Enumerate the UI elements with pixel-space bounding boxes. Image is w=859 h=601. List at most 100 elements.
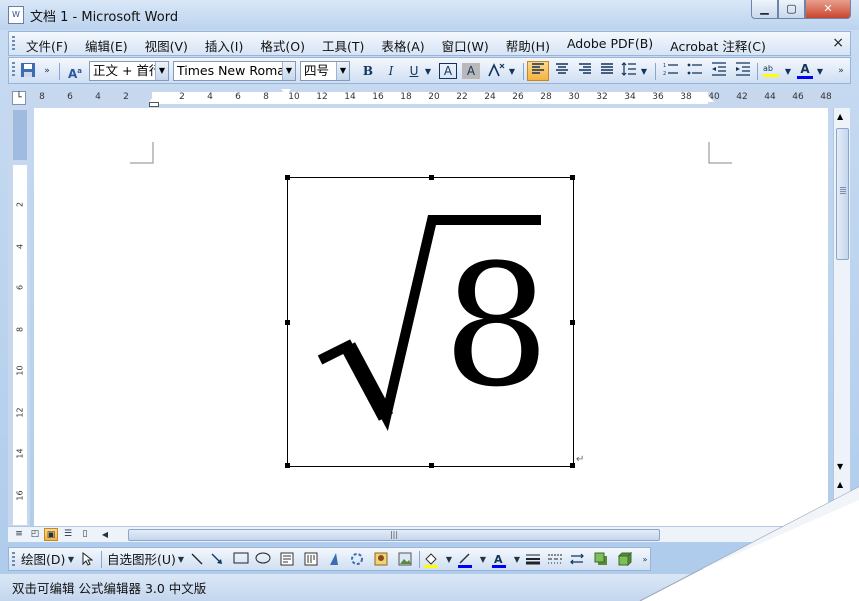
increase-indent-icon[interactable] <box>733 62 753 81</box>
shadow-style-icon[interactable] <box>593 552 609 568</box>
toolbar-options-icon[interactable]: » <box>41 62 53 81</box>
menu-help[interactable]: 帮助(H) <box>506 36 550 55</box>
web-view-icon[interactable]: ◰ <box>28 528 42 541</box>
char-shading-button[interactable]: A <box>462 63 480 79</box>
bold-button[interactable]: B <box>359 62 377 81</box>
toolbar-options-icon[interactable]: » <box>637 552 653 568</box>
rectangle-tool-icon[interactable] <box>233 552 249 568</box>
equation-object[interactable]: 8 ↵ <box>285 175 584 468</box>
menu-insert[interactable]: 插入(I) <box>205 36 243 55</box>
draw-font-color-dropdown-icon[interactable]: ▼ <box>509 552 525 568</box>
style-combo[interactable]: 正文 + 首行 ▼ <box>89 61 169 81</box>
draw-dropdown-icon[interactable]: ▼ <box>63 552 79 568</box>
resize-handle[interactable] <box>429 175 434 180</box>
fill-color-icon[interactable] <box>423 552 439 568</box>
char-border-button[interactable]: A <box>439 63 457 79</box>
underline-button[interactable]: U <box>405 62 423 81</box>
resize-handle[interactable] <box>570 175 575 180</box>
resize-handle[interactable] <box>285 175 290 180</box>
scroll-left-icon[interactable]: ◀ <box>98 528 112 541</box>
chevron-down-icon[interactable]: ▼ <box>155 62 168 80</box>
font-size-combo[interactable]: 四号 ▼ <box>300 61 350 81</box>
prev-page-icon[interactable]: ▲ <box>837 480 843 489</box>
menu-tools[interactable]: 工具(T) <box>322 36 364 55</box>
dash-style-icon[interactable] <box>547 552 563 568</box>
close-window-button[interactable]: ✕ <box>805 0 851 19</box>
vertical-scrollbar[interactable]: ▲ ▼ ▲ <box>833 108 850 526</box>
fill-color-dropdown-icon[interactable]: ▼ <box>441 552 457 568</box>
vertical-text-box-icon[interactable] <box>303 552 319 568</box>
tab-selector-icon[interactable]: └ <box>12 91 26 105</box>
toolbar-options-icon[interactable]: » <box>835 62 847 81</box>
line-tool-icon[interactable] <box>189 552 205 568</box>
print-view-icon[interactable]: ▣ <box>44 528 58 541</box>
word-doc-icon[interactable]: W <box>8 6 24 24</box>
resize-handle[interactable] <box>570 320 575 325</box>
line-spacing-dropdown-icon[interactable]: ▼ <box>639 62 649 81</box>
menu-file[interactable]: 文件(F) <box>26 36 68 55</box>
oval-tool-icon[interactable] <box>255 552 271 568</box>
menu-window[interactable]: 窗口(W) <box>442 36 489 55</box>
font-color-button[interactable]: A <box>795 62 815 81</box>
resize-handle[interactable] <box>570 463 575 468</box>
select-objects-icon[interactable] <box>79 551 95 568</box>
italic-button[interactable]: I <box>382 62 400 81</box>
toolbar-grip[interactable] <box>12 552 15 568</box>
highlight-icon[interactable]: ab <box>761 62 783 81</box>
decrease-indent-icon[interactable] <box>709 62 729 81</box>
underline-dropdown-icon[interactable]: ▼ <box>423 62 433 81</box>
chevron-down-icon[interactable]: ▼ <box>282 62 295 80</box>
wordart-icon[interactable] <box>327 552 343 568</box>
toolbar-grip[interactable] <box>12 36 15 52</box>
first-line-indent-marker[interactable] <box>281 89 291 95</box>
vertical-scroll-thumb[interactable] <box>836 128 849 260</box>
bullet-list-icon[interactable] <box>685 62 705 81</box>
justify-button[interactable] <box>597 62 617 81</box>
font-color-dropdown-icon[interactable]: ▼ <box>815 62 825 81</box>
3d-style-icon[interactable] <box>617 551 633 568</box>
resize-handle[interactable] <box>429 463 434 468</box>
styles-pane-icon[interactable]: Aa <box>65 62 85 81</box>
line-spacing-icon[interactable] <box>619 62 639 81</box>
reading-view-icon[interactable]: ▯ <box>78 528 92 541</box>
minimize-button[interactable]: ▁ <box>751 0 778 19</box>
arrow-style-icon[interactable] <box>569 552 585 568</box>
menu-acrobat-comment[interactable]: Acrobat 注释(C) <box>670 36 766 55</box>
save-icon[interactable] <box>19 62 37 81</box>
autoshapes-dropdown-icon[interactable]: ▼ <box>173 552 189 568</box>
line-color-icon[interactable] <box>457 552 473 568</box>
line-color-dropdown-icon[interactable]: ▼ <box>475 552 491 568</box>
right-indent-marker[interactable] <box>704 96 714 102</box>
insert-picture-icon[interactable] <box>397 552 413 568</box>
close-document-icon[interactable]: × <box>832 35 844 51</box>
line-style-icon[interactable] <box>525 552 541 568</box>
char-scale-dropdown-icon[interactable]: ▼ <box>507 62 517 81</box>
left-indent-box[interactable] <box>149 102 159 107</box>
highlight-dropdown-icon[interactable]: ▼ <box>783 62 793 81</box>
align-right-button[interactable] <box>575 62 595 81</box>
resize-handle[interactable] <box>285 320 290 325</box>
horizontal-scrollbar[interactable]: ≡ ◰ ▣ ☰ ▯ ◀ ||| <box>8 526 833 542</box>
menu-adobe-pdf[interactable]: Adobe PDF(B) <box>567 36 653 55</box>
normal-view-icon[interactable]: ≡ <box>12 528 26 541</box>
menu-format[interactable]: 格式(O) <box>260 36 305 55</box>
toolbar-grip[interactable] <box>12 62 15 78</box>
maximize-button[interactable]: ▢ <box>778 0 805 19</box>
menu-view[interactable]: 视图(V) <box>145 36 188 55</box>
font-combo[interactable]: Times New Roman ▼ <box>173 61 296 81</box>
outline-view-icon[interactable]: ☰ <box>61 528 75 541</box>
char-scale-icon[interactable] <box>485 62 507 81</box>
numbered-list-icon[interactable]: 12 <box>661 62 681 81</box>
draw-font-color-icon[interactable]: A <box>491 552 507 568</box>
draw-menu-button[interactable]: 绘图(D) <box>21 551 65 569</box>
chevron-down-icon[interactable]: ▼ <box>336 62 349 80</box>
scroll-down-icon[interactable]: ▼ <box>837 462 843 471</box>
align-center-button[interactable] <box>552 62 572 81</box>
autoshapes-button[interactable]: 自选图形(U) <box>107 551 176 569</box>
clipart-icon[interactable] <box>373 552 389 568</box>
resize-handle[interactable] <box>285 463 290 468</box>
menu-table[interactable]: 表格(A) <box>381 36 424 55</box>
align-left-button[interactable] <box>527 61 549 81</box>
horizontal-scroll-thumb[interactable]: ||| <box>128 529 660 541</box>
diagram-icon[interactable] <box>349 552 365 568</box>
